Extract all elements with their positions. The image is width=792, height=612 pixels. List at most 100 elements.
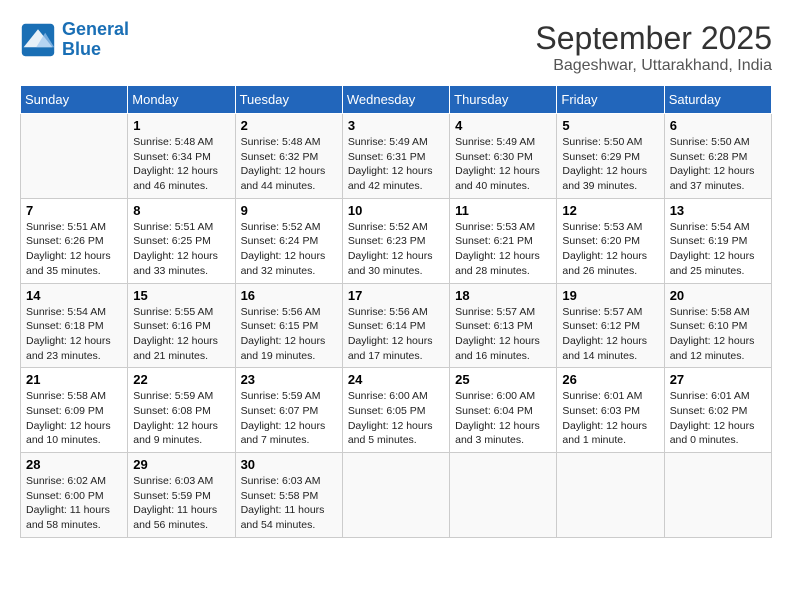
day-number: 7 bbox=[26, 203, 122, 218]
logo-line1: General bbox=[62, 19, 129, 39]
calendar-cell: 10 Sunrise: 5:52 AM Sunset: 6:23 PM Dayli… bbox=[342, 198, 449, 283]
calendar-cell: 17 Sunrise: 5:56 AM Sunset: 6:14 PM Dayli… bbox=[342, 283, 449, 368]
day-number: 2 bbox=[241, 118, 337, 133]
calendar-cell: 25 Sunrise: 6:00 AM Sunset: 6:04 PM Dayli… bbox=[450, 368, 557, 453]
day-info: Sunrise: 5:52 AM Sunset: 6:24 PM Dayligh… bbox=[241, 220, 337, 279]
calendar-week-row: 1Sunrise: 5:48 AM Sunset: 6:34 PM Daylig… bbox=[21, 114, 772, 199]
calendar-week-row: 14Sunrise: 5:54 AM Sunset: 6:18 PM Dayli… bbox=[21, 283, 772, 368]
day-info: Sunrise: 5:50 AM Sunset: 6:29 PM Dayligh… bbox=[562, 135, 658, 194]
calendar-cell: 4Sunrise: 5:49 AM Sunset: 6:30 PM Daylig… bbox=[450, 114, 557, 199]
day-number: 14 bbox=[26, 288, 122, 303]
day-info: Sunrise: 6:03 AM Sunset: 5:58 PM Dayligh… bbox=[241, 474, 337, 533]
calendar-cell: 21 Sunrise: 5:58 AM Sunset: 6:09 PM Dayli… bbox=[21, 368, 128, 453]
calendar-cell: 16 Sunrise: 5:56 AM Sunset: 6:15 PM Dayli… bbox=[235, 283, 342, 368]
day-info: Sunrise: 5:56 AM Sunset: 6:15 PM Dayligh… bbox=[241, 305, 337, 364]
weekday-header-cell: Thursday bbox=[450, 86, 557, 114]
day-info: Sunrise: 5:59 AM Sunset: 6:07 PM Dayligh… bbox=[241, 389, 337, 448]
day-info: Sunrise: 6:00 AM Sunset: 6:04 PM Dayligh… bbox=[455, 389, 551, 448]
calendar-cell: 2 Sunrise: 5:48 AM Sunset: 6:32 PM Daylig… bbox=[235, 114, 342, 199]
calendar-week-row: 21 Sunrise: 5:58 AM Sunset: 6:09 PM Dayli… bbox=[21, 368, 772, 453]
weekday-header-cell: Sunday bbox=[21, 86, 128, 114]
weekday-header-row: SundayMondayTuesdayWednesdayThursdayFrid… bbox=[21, 86, 772, 114]
calendar-cell: 22 Sunrise: 5:59 AM Sunset: 6:08 PM Dayli… bbox=[128, 368, 235, 453]
day-number: 25 bbox=[455, 372, 551, 387]
day-number: 29 bbox=[133, 457, 229, 472]
day-number: 16 bbox=[241, 288, 337, 303]
weekday-header-cell: Friday bbox=[557, 86, 664, 114]
day-number: 21 bbox=[26, 372, 122, 387]
day-info: Sunrise: 6:03 AM Sunset: 5:59 PM Dayligh… bbox=[133, 474, 229, 533]
calendar-cell bbox=[664, 453, 771, 538]
calendar-cell: 18 Sunrise: 5:57 AM Sunset: 6:13 PM Dayli… bbox=[450, 283, 557, 368]
location-title: Bageshwar, Uttarakhand, India bbox=[535, 57, 772, 75]
day-number: 13 bbox=[670, 203, 766, 218]
weekday-header-cell: Wednesday bbox=[342, 86, 449, 114]
day-number: 28 bbox=[26, 457, 122, 472]
calendar-cell: 9 Sunrise: 5:52 AM Sunset: 6:24 PM Daylig… bbox=[235, 198, 342, 283]
calendar-cell: 13 Sunrise: 5:54 AM Sunset: 6:19 PM Dayli… bbox=[664, 198, 771, 283]
day-info: Sunrise: 5:56 AM Sunset: 6:14 PM Dayligh… bbox=[348, 305, 444, 364]
day-number: 15 bbox=[133, 288, 229, 303]
logo-text: General Blue bbox=[62, 20, 129, 60]
calendar-table: SundayMondayTuesdayWednesdayThursdayFrid… bbox=[20, 85, 772, 538]
calendar-cell: 20 Sunrise: 5:58 AM Sunset: 6:10 PM Dayli… bbox=[664, 283, 771, 368]
day-info: Sunrise: 5:52 AM Sunset: 6:23 PM Dayligh… bbox=[348, 220, 444, 279]
day-info: Sunrise: 6:01 AM Sunset: 6:02 PM Dayligh… bbox=[670, 389, 766, 448]
day-info: Sunrise: 6:00 AM Sunset: 6:05 PM Dayligh… bbox=[348, 389, 444, 448]
day-number: 20 bbox=[670, 288, 766, 303]
day-info: Sunrise: 5:48 AM Sunset: 6:32 PM Dayligh… bbox=[241, 135, 337, 194]
day-info: Sunrise: 5:48 AM Sunset: 6:34 PM Dayligh… bbox=[133, 135, 229, 194]
calendar-cell: 7 Sunrise: 5:51 AM Sunset: 6:26 PM Daylig… bbox=[21, 198, 128, 283]
day-number: 10 bbox=[348, 203, 444, 218]
day-number: 4 bbox=[455, 118, 551, 133]
day-number: 12 bbox=[562, 203, 658, 218]
day-number: 27 bbox=[670, 372, 766, 387]
calendar-cell: 19Sunrise: 5:57 AM Sunset: 6:12 PM Dayli… bbox=[557, 283, 664, 368]
calendar-cell bbox=[557, 453, 664, 538]
day-number: 24 bbox=[348, 372, 444, 387]
calendar-cell: 8 Sunrise: 5:51 AM Sunset: 6:25 PM Daylig… bbox=[128, 198, 235, 283]
logo-line2: Blue bbox=[62, 39, 101, 59]
day-info: Sunrise: 6:01 AM Sunset: 6:03 PM Dayligh… bbox=[562, 389, 658, 448]
calendar-week-row: 28 Sunrise: 6:02 AM Sunset: 6:00 PM Dayli… bbox=[21, 453, 772, 538]
month-title: September 2025 bbox=[535, 20, 772, 57]
calendar-cell: 23Sunrise: 5:59 AM Sunset: 6:07 PM Dayli… bbox=[235, 368, 342, 453]
day-info: Sunrise: 5:59 AM Sunset: 6:08 PM Dayligh… bbox=[133, 389, 229, 448]
calendar-cell bbox=[450, 453, 557, 538]
weekday-header-cell: Saturday bbox=[664, 86, 771, 114]
day-info: Sunrise: 6:02 AM Sunset: 6:00 PM Dayligh… bbox=[26, 474, 122, 533]
calendar-cell: 26 Sunrise: 6:01 AM Sunset: 6:03 PM Dayli… bbox=[557, 368, 664, 453]
calendar-cell bbox=[21, 114, 128, 199]
day-number: 6 bbox=[670, 118, 766, 133]
calendar-cell: 12 Sunrise: 5:53 AM Sunset: 6:20 PM Dayli… bbox=[557, 198, 664, 283]
day-info: Sunrise: 5:51 AM Sunset: 6:26 PM Dayligh… bbox=[26, 220, 122, 279]
calendar-cell: 5Sunrise: 5:50 AM Sunset: 6:29 PM Daylig… bbox=[557, 114, 664, 199]
day-info: Sunrise: 5:51 AM Sunset: 6:25 PM Dayligh… bbox=[133, 220, 229, 279]
day-number: 8 bbox=[133, 203, 229, 218]
calendar-cell: 6 Sunrise: 5:50 AM Sunset: 6:28 PM Daylig… bbox=[664, 114, 771, 199]
day-number: 22 bbox=[133, 372, 229, 387]
day-info: Sunrise: 5:57 AM Sunset: 6:12 PM Dayligh… bbox=[562, 305, 658, 364]
day-number: 17 bbox=[348, 288, 444, 303]
calendar-week-row: 7 Sunrise: 5:51 AM Sunset: 6:26 PM Daylig… bbox=[21, 198, 772, 283]
day-number: 26 bbox=[562, 372, 658, 387]
calendar-cell: 28 Sunrise: 6:02 AM Sunset: 6:00 PM Dayli… bbox=[21, 453, 128, 538]
day-number: 18 bbox=[455, 288, 551, 303]
calendar-cell: 3Sunrise: 5:49 AM Sunset: 6:31 PM Daylig… bbox=[342, 114, 449, 199]
calendar-cell: 15Sunrise: 5:55 AM Sunset: 6:16 PM Dayli… bbox=[128, 283, 235, 368]
day-info: Sunrise: 5:58 AM Sunset: 6:10 PM Dayligh… bbox=[670, 305, 766, 364]
title-area: September 2025 Bageshwar, Uttarakhand, I… bbox=[535, 20, 772, 75]
day-info: Sunrise: 5:54 AM Sunset: 6:19 PM Dayligh… bbox=[670, 220, 766, 279]
day-number: 9 bbox=[241, 203, 337, 218]
calendar-cell: 24 Sunrise: 6:00 AM Sunset: 6:05 PM Dayli… bbox=[342, 368, 449, 453]
calendar-cell: 30Sunrise: 6:03 AM Sunset: 5:58 PM Dayli… bbox=[235, 453, 342, 538]
calendar-cell: 27 Sunrise: 6:01 AM Sunset: 6:02 PM Dayli… bbox=[664, 368, 771, 453]
day-number: 11 bbox=[455, 203, 551, 218]
calendar-cell: 29 Sunrise: 6:03 AM Sunset: 5:59 PM Dayli… bbox=[128, 453, 235, 538]
day-info: Sunrise: 5:57 AM Sunset: 6:13 PM Dayligh… bbox=[455, 305, 551, 364]
day-info: Sunrise: 5:53 AM Sunset: 6:20 PM Dayligh… bbox=[562, 220, 658, 279]
day-info: Sunrise: 5:50 AM Sunset: 6:28 PM Dayligh… bbox=[670, 135, 766, 194]
logo: General Blue bbox=[20, 20, 129, 60]
day-info: Sunrise: 5:58 AM Sunset: 6:09 PM Dayligh… bbox=[26, 389, 122, 448]
calendar-cell bbox=[342, 453, 449, 538]
